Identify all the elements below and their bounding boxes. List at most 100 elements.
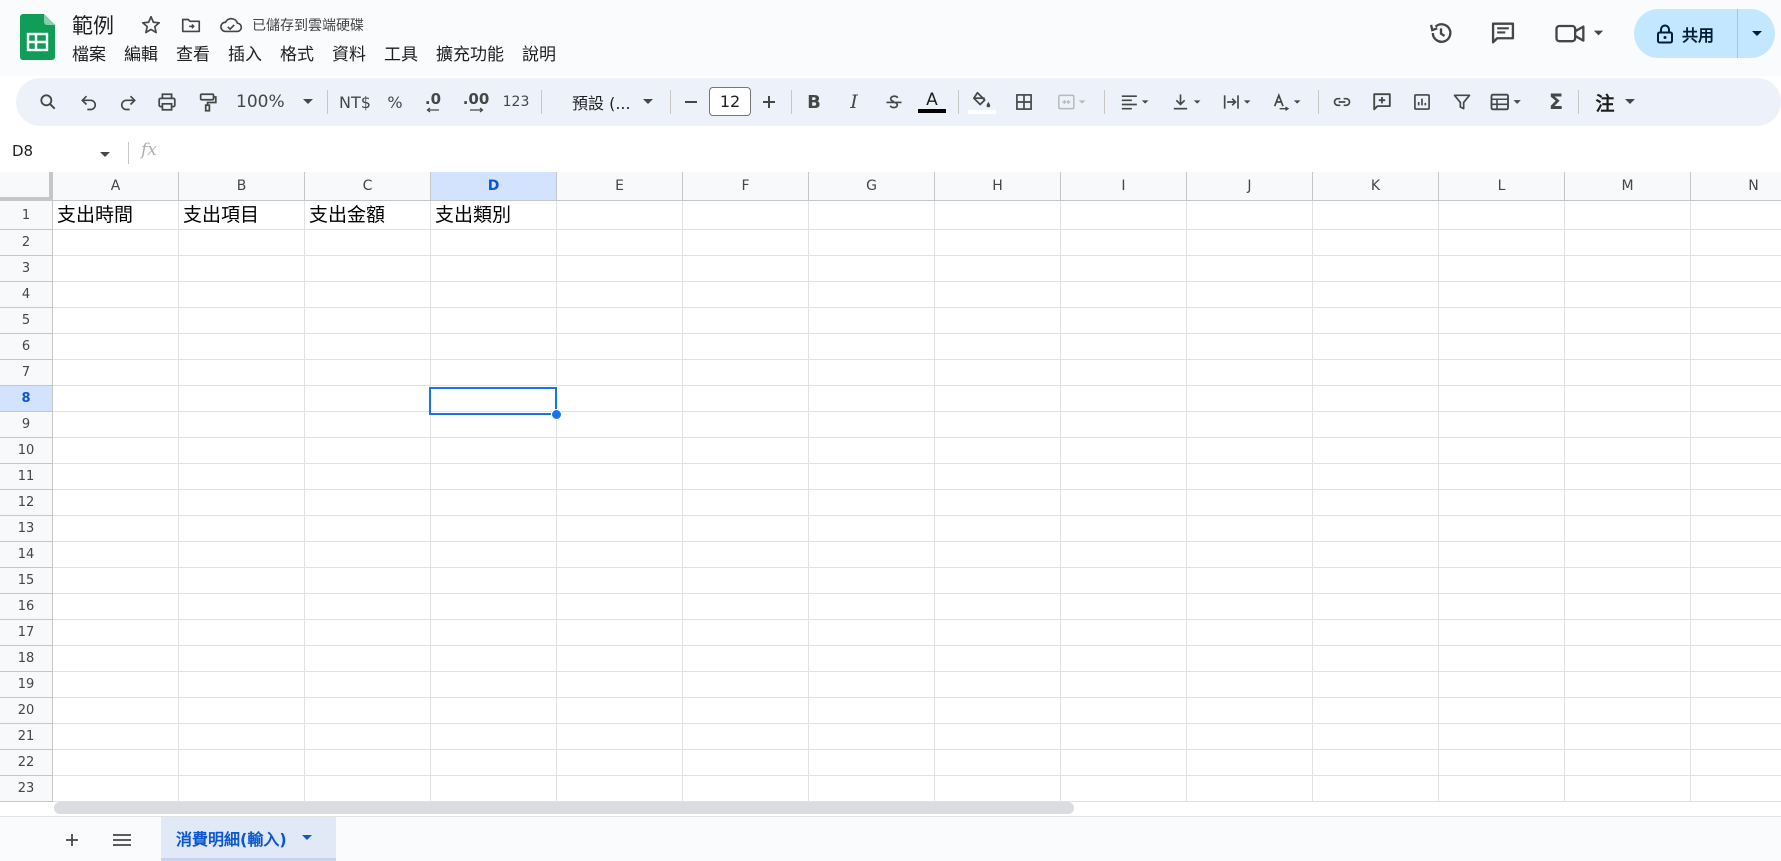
cell[interactable] [1439,438,1565,464]
row-header[interactable]: 18 [0,646,53,672]
cell[interactable] [1439,776,1565,802]
row-header[interactable]: 4 [0,282,53,308]
cell[interactable] [683,334,809,360]
cell[interactable] [935,698,1061,724]
cell[interactable] [305,360,431,386]
cell[interactable] [305,412,431,438]
cell[interactable] [1439,334,1565,360]
column-header-d[interactable]: D [431,172,557,201]
cell[interactable] [1313,672,1439,698]
cell[interactable] [1691,412,1781,438]
cell[interactable] [53,334,179,360]
cell[interactable] [1061,698,1187,724]
cell[interactable] [179,464,305,490]
cell-b1[interactable]: 支出項目 [179,201,305,230]
cell[interactable] [305,490,431,516]
cell[interactable] [557,698,683,724]
cell[interactable] [179,412,305,438]
cell[interactable] [557,516,683,542]
cell[interactable] [935,594,1061,620]
cell[interactable] [431,672,557,698]
horizontal-scrollbar[interactable] [54,802,1074,814]
cell[interactable] [1439,490,1565,516]
cell[interactable] [1313,308,1439,334]
column-header-n[interactable]: N [1691,172,1781,201]
decrease-decimal-button[interactable]: .0 [416,78,450,126]
cell[interactable] [1691,620,1781,646]
cell[interactable] [1565,308,1691,334]
cell[interactable] [179,386,305,412]
font-dropdown-icon[interactable] [638,78,658,126]
cell[interactable] [53,386,179,412]
cell[interactable] [809,542,935,568]
cell[interactable] [809,334,935,360]
cell[interactable] [557,776,683,802]
column-header-g[interactable]: G [809,172,935,201]
all-sheets-icon[interactable] [107,825,137,855]
cell[interactable] [1061,256,1187,282]
cell[interactable] [1061,334,1187,360]
cell[interactable] [809,464,935,490]
cell[interactable] [557,724,683,750]
cell[interactable] [1439,282,1565,308]
menu-data[interactable]: 資料 [323,43,375,67]
insert-comment-icon[interactable] [1366,78,1398,126]
cell[interactable] [1313,412,1439,438]
cell[interactable] [1691,516,1781,542]
paint-format-icon[interactable] [192,78,224,126]
cell[interactable] [1187,750,1313,776]
cell[interactable] [431,568,557,594]
cell[interactable] [809,308,935,334]
cell[interactable] [1187,594,1313,620]
cell[interactable] [179,334,305,360]
cell[interactable] [1061,308,1187,334]
row-header[interactable]: 5 [0,308,53,334]
cell[interactable] [1691,724,1781,750]
cell[interactable] [1313,282,1439,308]
cell[interactable] [1061,438,1187,464]
cell[interactable] [683,256,809,282]
cell[interactable] [809,568,935,594]
cell[interactable] [53,490,179,516]
cell[interactable] [1187,412,1313,438]
cell[interactable] [557,620,683,646]
cell[interactable] [809,620,935,646]
cell[interactable] [1565,438,1691,464]
cell[interactable] [683,750,809,776]
cell[interactable] [809,724,935,750]
cell[interactable] [1565,542,1691,568]
row-header[interactable]: 23 [0,776,53,802]
cell[interactable] [431,360,557,386]
cell[interactable] [1691,542,1781,568]
cell[interactable] [1439,230,1565,256]
cell[interactable] [1187,230,1313,256]
name-box[interactable]: D8 [12,142,33,160]
cell[interactable] [431,516,557,542]
cell[interactable] [683,672,809,698]
cell[interactable] [179,490,305,516]
cell[interactable] [305,750,431,776]
cell[interactable] [431,724,557,750]
cell[interactable] [431,750,557,776]
cell[interactable] [431,230,557,256]
cell[interactable] [179,230,305,256]
sheet-tab-dropdown-icon[interactable] [301,834,313,842]
row-header[interactable]: 11 [0,464,53,490]
cell[interactable] [53,646,179,672]
cell[interactable] [1439,698,1565,724]
comments-icon[interactable] [1484,14,1522,52]
cell[interactable] [53,308,179,334]
print-icon[interactable] [151,78,183,126]
cell[interactable] [935,230,1061,256]
cell[interactable] [1691,568,1781,594]
cell[interactable] [809,750,935,776]
cell[interactable] [1061,750,1187,776]
text-color-button[interactable]: A [916,78,948,126]
cell[interactable] [305,594,431,620]
cell[interactable] [935,386,1061,412]
cell[interactable] [1187,464,1313,490]
text-wrapping-icon[interactable] [1214,78,1262,126]
cell[interactable] [683,386,809,412]
cell[interactable] [305,516,431,542]
cell[interactable] [809,594,935,620]
